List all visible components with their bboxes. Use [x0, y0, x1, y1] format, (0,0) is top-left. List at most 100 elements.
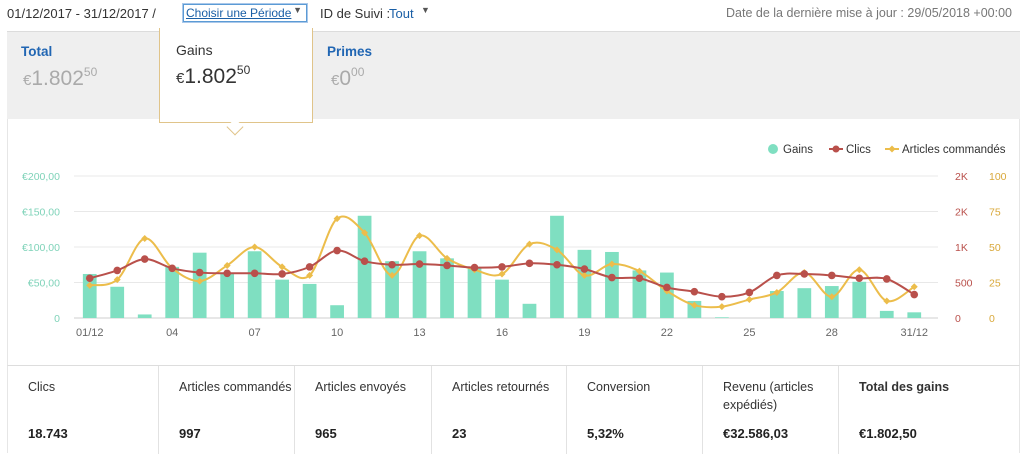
- tracking-id-select[interactable]: Tout: [389, 6, 414, 21]
- point-articles: [718, 303, 726, 311]
- stat-label: Articles envoyés: [315, 380, 407, 394]
- point-clics: [553, 260, 561, 269]
- point-clics: [470, 263, 479, 272]
- gains-amount: €1.80250: [176, 63, 251, 88]
- stat-value: 5,32%: [587, 426, 624, 441]
- bar-gains: [824, 286, 839, 318]
- bar-gains: [495, 279, 509, 318]
- point-clics: [140, 255, 149, 263]
- point-clics: [608, 273, 616, 282]
- bar-gains: [275, 279, 289, 318]
- point-clics: [388, 260, 396, 269]
- point-clics: [415, 260, 424, 268]
- tab-gains[interactable]: Gains €1.80250: [159, 28, 313, 123]
- stat-label: Revenu (articles expédiés): [723, 380, 814, 412]
- bar-gains: [660, 272, 674, 318]
- legend-articles-marker: [888, 145, 896, 153]
- x-tick-label: 10: [331, 327, 343, 339]
- y-tick-articles: 50: [989, 242, 1001, 254]
- stat-4: Conversion 5,32%: [567, 366, 703, 454]
- point-clics: [773, 271, 781, 280]
- bar-gains: [302, 283, 317, 318]
- stat-5: Revenu (articles expédiés) €32.586,03: [703, 366, 839, 454]
- stat-label: Total des gains: [859, 380, 950, 394]
- earnings-chart-panel: 0 0 0 €50,00 500 25 €100,00 1K 50 €150,00 2K 75 €200…: [7, 119, 1020, 365]
- x-tick-label: 19: [578, 327, 590, 339]
- stat-label: Conversion: [587, 380, 651, 394]
- point-clics: [800, 270, 809, 278]
- y-tick-clics: 500: [955, 278, 973, 290]
- x-tick-label: 31/12: [900, 327, 928, 339]
- stat-6: Total des gains €1.802,50: [839, 366, 1019, 454]
- legend-gains-marker: [768, 144, 778, 154]
- bar-gains: [330, 305, 344, 318]
- stat-value: 997: [179, 426, 201, 441]
- y-tick-gains: €100,00: [22, 242, 60, 254]
- bar-gains: [522, 303, 537, 318]
- x-tick-label: 13: [413, 327, 425, 339]
- stat-value: €32.586,03: [723, 426, 789, 441]
- y-tick-clics: 1K: [955, 242, 968, 254]
- point-clics: [828, 271, 836, 280]
- legend-gains-label: Gains: [783, 144, 813, 156]
- point-clics: [360, 257, 369, 265]
- stat-value: €1.802,50: [859, 426, 917, 441]
- y-tick-articles: 25: [989, 278, 1001, 290]
- stat-label: Clics: [28, 380, 56, 394]
- primes-amount: €000: [331, 65, 365, 90]
- bar-gains: [467, 266, 482, 318]
- stat-label: Articles commandés: [179, 380, 292, 394]
- point-clics: [718, 292, 726, 301]
- point-clics: [882, 275, 891, 283]
- point-articles: [745, 296, 753, 304]
- bar-gains: [220, 272, 235, 318]
- y-tick-articles: 0: [989, 313, 995, 325]
- point-clics: [690, 287, 699, 296]
- y-tick-clics: 0: [955, 313, 961, 325]
- tab-primes-label: Primes: [327, 44, 373, 59]
- stat-1: Articles commandés 997: [159, 366, 295, 454]
- stat-value: 965: [315, 426, 337, 441]
- earnings-chart: 0 0 0 €50,00 500 25 €100,00 1K 50 €150,00 2K 75 €200…: [22, 144, 1007, 339]
- point-clics: [333, 246, 341, 255]
- point-clics: [113, 266, 122, 275]
- point-articles: [855, 266, 863, 274]
- point-clics: [855, 274, 864, 283]
- stat-0: Clics 18.743: [8, 366, 159, 454]
- point-clics: [85, 274, 94, 283]
- legend-clics-label: Clics: [846, 144, 871, 156]
- period-select[interactable]: Choisir une Période ▼: [183, 4, 307, 22]
- x-tick-label: 04: [166, 327, 178, 339]
- x-tick-label: 28: [826, 327, 838, 339]
- bar-gains: [797, 288, 812, 318]
- point-clics: [305, 263, 314, 271]
- bar-gains: [110, 286, 125, 318]
- bar-gains: [852, 281, 867, 318]
- point-clics: [745, 288, 754, 297]
- point-clics: [635, 274, 644, 283]
- x-tick-label: 16: [496, 327, 508, 339]
- tab-total-label: Total: [21, 44, 53, 59]
- point-clics: [498, 263, 506, 271]
- y-tick-clics: 2K: [955, 207, 968, 219]
- y-tick-articles: 100: [989, 171, 1007, 183]
- point-clics: [443, 261, 451, 270]
- bar-gains: [247, 251, 262, 318]
- bar-gains: [385, 261, 399, 318]
- point-articles: [251, 243, 259, 251]
- y-tick-articles: 75: [989, 207, 1001, 219]
- last-update: Date de la dernière mise à jour : 29/05/…: [726, 6, 1012, 20]
- y-tick-gains: 0: [54, 313, 60, 325]
- chevron-down-icon[interactable]: ▼: [421, 5, 430, 15]
- y-tick-gains: €50,00: [28, 278, 60, 290]
- x-tick-label: 01/12: [76, 327, 104, 339]
- legend-articles-label: Articles commandés: [902, 144, 1006, 156]
- report-toolbar: 01/12/2017 - 31/12/2017 / Choisir une Pé…: [0, 0, 1024, 30]
- stat-3: Articles retournés 23: [432, 366, 567, 454]
- tab-gains-label: Gains: [176, 42, 213, 58]
- point-clics: [580, 265, 589, 273]
- y-tick-clics: 2K: [955, 171, 968, 183]
- bar-gains: [715, 317, 729, 318]
- point-clics: [525, 259, 534, 268]
- date-range: 01/12/2017 - 31/12/2017 /: [7, 6, 156, 21]
